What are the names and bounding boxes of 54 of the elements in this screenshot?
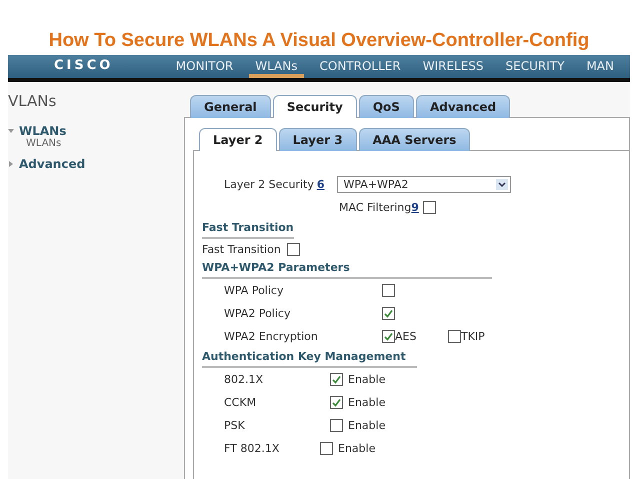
checkbox[interactable] [382, 330, 395, 343]
field-label: WPA Policy [223, 284, 284, 297]
nav-menu-item[interactable]: MAN [580, 59, 620, 78]
option-label: Enable [348, 419, 386, 432]
checkbox[interactable] [330, 396, 343, 409]
field-label: WPA2 Encryption [223, 330, 319, 343]
option-label: Enable [348, 373, 386, 386]
field-label: MAC Filtering9 [339, 201, 419, 214]
nav-menu-item[interactable]: MONITOR [170, 59, 240, 78]
field-label: 802.1X [223, 373, 264, 386]
checkbox[interactable] [330, 419, 343, 432]
checkbox[interactable] [330, 373, 343, 386]
logo: CISCO [53, 58, 114, 75]
sidebar-subitem[interactable]: WLANs [8, 138, 178, 149]
option-label: AES [395, 330, 416, 343]
field-label: PSK [223, 419, 246, 432]
field-label: WPA2 Policy [223, 307, 292, 320]
checkbox[interactable] [382, 307, 395, 320]
nav-menu-item[interactable]: CONTROLLER [314, 59, 407, 78]
field-label: CCKM [223, 396, 258, 409]
nav-menu-item[interactable]: WLANs [249, 59, 304, 78]
checkbox[interactable] [286, 242, 300, 256]
help-link[interactable]: 6 [316, 178, 324, 191]
tab[interactable]: Advanced [416, 95, 510, 118]
security-dropdown[interactable]: WPA+WPA2 [336, 176, 510, 193]
option-label: Enable [348, 396, 386, 409]
tab[interactable]: Layer 3 [278, 128, 357, 151]
sidebar-heading: VLANs [8, 92, 58, 110]
checkbox[interactable] [448, 330, 461, 343]
tab[interactable]: QoS [358, 95, 414, 118]
field-label: Fast Transition [202, 242, 281, 256]
field-label: FT 802.1X [223, 442, 280, 455]
section-heading: WPA+WPA2 Parameters [202, 259, 492, 279]
checkbox[interactable] [320, 442, 333, 455]
option-label: Enable [338, 442, 376, 455]
nav-menu-item[interactable]: SECURITY [500, 59, 570, 78]
tab[interactable]: AAA Servers [358, 128, 470, 151]
nav-menu-item[interactable]: WIRELESS [416, 59, 490, 78]
slide-title: How To Secure WLANs A Visual Overview-Controller-Config [48, 29, 590, 53]
tab[interactable]: Layer 2 [199, 128, 277, 151]
help-link[interactable]: 9 [411, 201, 419, 214]
sidebar-item[interactable]: WLANs [19, 124, 66, 138]
section-heading: Fast Transition [202, 219, 294, 239]
tab[interactable]: Security [272, 95, 357, 118]
triangle-icon [8, 161, 14, 167]
option-label: TKIP [461, 330, 485, 343]
sidebar-item[interactable]: Advanced [19, 157, 86, 171]
triangle-icon [8, 128, 14, 134]
tab[interactable]: General [190, 95, 271, 118]
checkbox[interactable] [422, 201, 436, 214]
section-heading: Authentication Key Management [202, 348, 417, 368]
checkbox[interactable] [382, 284, 395, 297]
field-label: Layer 2 Security 6 [223, 178, 324, 191]
chevron-down-icon [496, 179, 508, 190]
